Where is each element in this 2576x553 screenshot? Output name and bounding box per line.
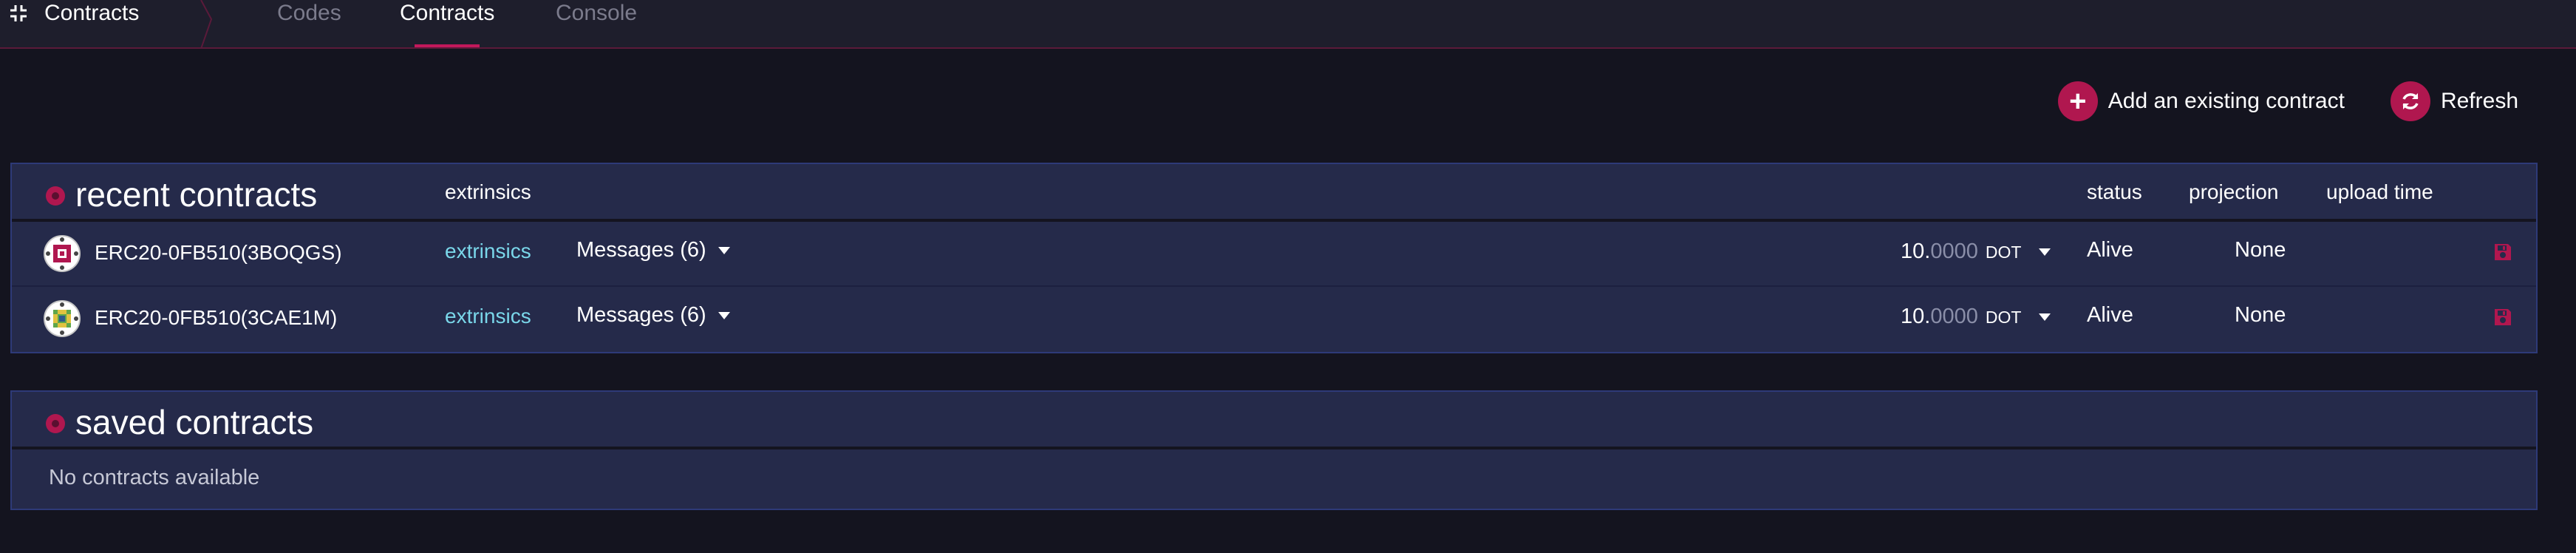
contract-row: ERC20-0FB510(3BOQGS) extrinsics Messages… — [12, 222, 2536, 287]
contract-status: Alive — [2087, 303, 2133, 327]
recent-contracts-title: recent contracts — [75, 175, 318, 214]
saved-contracts-card: saved contracts No contracts available — [10, 390, 2538, 510]
plus-circle-icon: + — [2057, 81, 2098, 121]
empty-state: No contracts available — [12, 449, 2536, 509]
toolbar-actions: + Add an existing contract Refresh — [2057, 81, 2518, 121]
empty-state-text: No contracts available — [49, 466, 260, 489]
caret-down-icon — [718, 311, 730, 319]
save-icon[interactable] — [2493, 242, 2512, 262]
caret-down-icon — [718, 246, 730, 254]
tab-contracts[interactable]: Contracts — [400, 0, 494, 27]
section-bullet-icon — [46, 186, 65, 206]
extrinsics-link[interactable]: extrinsics — [445, 240, 531, 263]
add-existing-contract-button[interactable]: + Add an existing contract — [2057, 81, 2345, 121]
app-title-text: Contracts — [44, 1, 140, 25]
messages-label: Messages (6) — [576, 238, 706, 262]
section-bullet-icon — [46, 414, 65, 433]
recent-contracts-card: recent contracts extrinsics status proje… — [10, 163, 2538, 353]
contract-identicon — [44, 235, 81, 272]
balance-dropdown[interactable]: 10. 0000 DOT — [1901, 240, 2051, 264]
balance-fraction: 0000 — [1930, 305, 1978, 328]
top-bar: Contracts Codes Contracts Console — [0, 0, 2576, 49]
column-header-extrinsics: extrinsics — [445, 180, 531, 203]
balance-unit: DOT — [1985, 242, 2022, 262]
tab-codes[interactable]: Codes — [277, 0, 341, 27]
messages-dropdown[interactable]: Messages (6) — [576, 238, 730, 262]
balance-dropdown[interactable]: 10. 0000 DOT — [1901, 305, 2051, 329]
caret-down-icon — [2039, 248, 2051, 256]
messages-dropdown[interactable]: Messages (6) — [576, 303, 730, 328]
caret-down-icon — [2039, 313, 2051, 321]
refresh-label: Refresh — [2440, 89, 2518, 113]
active-tab-indicator — [415, 44, 480, 47]
balance-unit: DOT — [1985, 308, 2022, 327]
app-title: Contracts — [9, 0, 139, 27]
refresh-icon — [2390, 81, 2430, 121]
extrinsics-link[interactable]: extrinsics — [445, 305, 531, 328]
saved-contracts-title: saved contracts — [75, 403, 314, 441]
contract-identicon — [44, 300, 81, 337]
contract-name[interactable]: ERC20-0FB510(3CAE1M) — [95, 306, 337, 330]
recent-contracts-header: recent contracts extrinsics status proje… — [12, 164, 2536, 222]
contract-projection: None — [2235, 238, 2286, 262]
breadcrumb-separator-icon — [200, 0, 213, 49]
balance-fraction: 0000 — [1930, 240, 1978, 263]
saved-contracts-header: saved contracts — [12, 392, 2536, 449]
collapse-icon[interactable] — [9, 4, 28, 23]
column-header-projection: projection — [2189, 180, 2279, 203]
contract-projection: None — [2235, 303, 2286, 327]
balance-integer: 10. — [1901, 305, 1931, 328]
contract-row: ERC20-0FB510(3CAE1M) extrinsics Messages… — [12, 287, 2536, 352]
column-header-upload-time: upload time — [2326, 180, 2433, 203]
messages-label: Messages (6) — [576, 303, 706, 327]
column-header-status: status — [2087, 180, 2142, 203]
contract-name[interactable]: ERC20-0FB510(3BOQGS) — [95, 241, 342, 265]
add-existing-contract-label: Add an existing contract — [2108, 89, 2345, 113]
balance-integer: 10. — [1901, 240, 1931, 263]
refresh-button[interactable]: Refresh — [2390, 81, 2518, 121]
tab-console[interactable]: Console — [556, 0, 637, 27]
save-icon[interactable] — [2493, 308, 2512, 327]
contract-status: Alive — [2087, 238, 2133, 262]
